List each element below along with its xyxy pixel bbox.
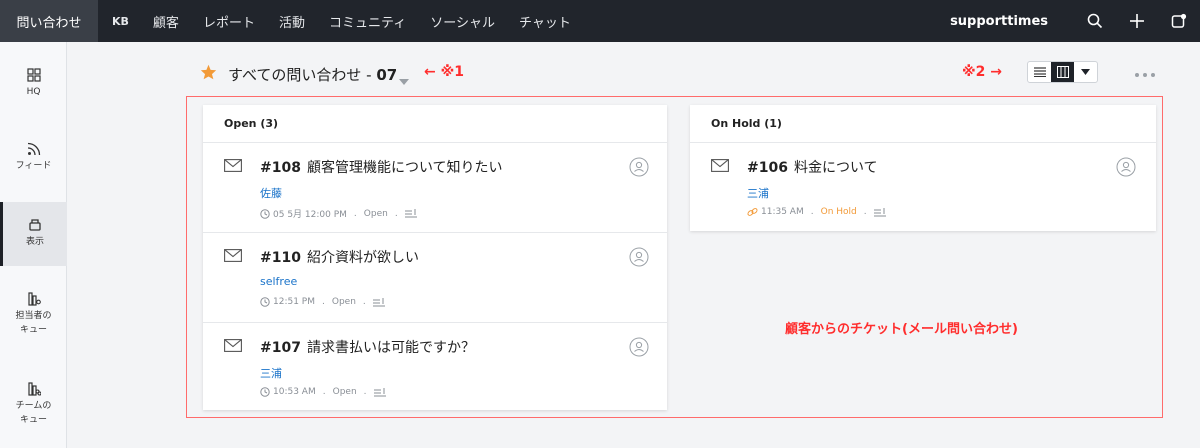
top-navigation-bar: 問い合わせ KB 顧客 レポート 活動 コミュニティ ソーシャル チャット su… — [0, 0, 1200, 42]
ticket-contact[interactable]: 三浦 — [747, 185, 769, 201]
tab-activities[interactable]: 活動 — [267, 0, 317, 42]
clock-icon — [260, 297, 270, 307]
ticket-number: #108 — [260, 160, 301, 176]
ticket-card[interactable]: #107 請求書払いは可能ですか？ 三浦 10:53 AM . Open . — [203, 323, 667, 413]
ticket-status[interactable]: Open — [333, 387, 357, 397]
ticket-title[interactable]: #108 顧客管理機能について知りたい — [260, 157, 503, 177]
ticket-contact[interactable]: 佐藤 — [260, 185, 282, 201]
view-icon — [29, 219, 41, 231]
clock-icon — [260, 208, 270, 219]
assign-agent-icon[interactable] — [629, 157, 649, 177]
ticket-subject: 請求書払いは可能ですか？ — [306, 340, 475, 356]
tab-kb[interactable]: KB — [98, 0, 141, 42]
ticket-status[interactable]: Open — [364, 209, 388, 219]
ticket-time: 10:53 AM — [273, 387, 316, 397]
ticket-title[interactable]: #106 料金について — [747, 157, 878, 177]
ticket-subject: 料金について — [793, 160, 878, 176]
priority-icon — [873, 207, 886, 216]
view-toggle[interactable] — [1027, 61, 1098, 83]
mail-icon — [224, 249, 242, 262]
ticket-subject: 紹介資料が欲しい — [306, 250, 419, 266]
assign-agent-icon[interactable] — [629, 337, 649, 357]
sidebar-item-label: HQ — [26, 87, 41, 97]
column-on-hold: On Hold (1) #106 料金について 三浦 11:35 AM . On … — [690, 105, 1156, 231]
sidebar-item-agent-queue[interactable]: 担当者の キュー — [0, 292, 67, 337]
ticket-status[interactable]: Open — [332, 297, 356, 307]
assign-agent-icon[interactable] — [1116, 157, 1136, 177]
ticket-title[interactable]: #107 請求書払いは可能ですか？ — [260, 337, 475, 357]
view-title[interactable]: すべての問い合わせ - 07 — [228, 64, 397, 85]
notification-icon[interactable] — [1158, 0, 1200, 42]
priority-icon — [373, 387, 386, 396]
grid-icon — [26, 68, 41, 82]
ticket-card[interactable]: #110 紹介資料が欲しい selfree 12:51 PM . Open . — [203, 233, 667, 323]
ticket-number: #106 — [747, 160, 788, 176]
more-options-icon[interactable] — [1134, 64, 1156, 83]
agent-queue-icon — [27, 292, 41, 306]
priority-icon — [372, 297, 385, 306]
ticket-status[interactable]: On Hold — [821, 207, 857, 217]
ticket-meta: 12:51 PM . Open . — [260, 297, 385, 307]
ticket-time: 05 5月 12:00 PM — [273, 210, 347, 220]
priority-icon — [404, 209, 417, 218]
column-open: Open (3) #108 顧客管理機能について知りたい 佐藤 05 5月 12:… — [203, 105, 667, 410]
ticket-meta: 05 5月 12:00 PM . Open . — [260, 207, 417, 220]
sidebar-item-team-queue[interactable]: チームの キュー — [0, 382, 67, 427]
feed-icon — [27, 142, 40, 156]
mail-icon — [224, 159, 242, 172]
view-name: すべての問い合わせ - — [228, 66, 377, 84]
view-suffix: 07 — [376, 66, 398, 84]
tab-tickets[interactable]: 問い合わせ — [0, 0, 98, 42]
annotation-1: ← ※1 — [424, 64, 464, 80]
sidebar-item-label: フィード — [15, 161, 52, 171]
ticket-contact[interactable]: selfree — [260, 275, 297, 288]
ticket-number: #110 — [260, 250, 301, 266]
sidebar-item-label: 表示 — [25, 237, 44, 247]
mail-icon — [711, 159, 729, 172]
team-queue-icon — [27, 382, 41, 396]
portal-name[interactable]: supporttimes — [950, 14, 1048, 29]
mail-icon — [224, 339, 242, 352]
tab-customers[interactable]: 顧客 — [141, 0, 191, 42]
ticket-meta: 11:35 AM . On Hold . — [747, 207, 886, 217]
sidebar-item-hq[interactable]: HQ — [0, 68, 67, 99]
tab-social[interactable]: ソーシャル — [418, 0, 507, 42]
ticket-contact[interactable]: 三浦 — [260, 365, 282, 381]
ticket-number: #107 — [260, 340, 301, 356]
ticket-time: 11:35 AM — [761, 207, 804, 217]
chevron-down-icon[interactable] — [399, 70, 409, 89]
tab-chat[interactable]: チャット — [507, 0, 583, 42]
list-view-icon[interactable] — [1028, 62, 1051, 82]
ticket-title[interactable]: #110 紹介資料が欲しい — [260, 247, 419, 267]
ticket-time: 12:51 PM — [273, 297, 315, 307]
star-icon[interactable] — [200, 64, 217, 84]
ticket-subject: 顧客管理機能について知りたい — [306, 160, 503, 176]
clock-icon — [260, 387, 270, 397]
chevron-down-icon[interactable] — [1074, 62, 1097, 82]
plus-icon[interactable] — [1116, 0, 1158, 42]
sidebar-item-label: チームの キュー — [15, 401, 52, 425]
ticket-meta: 10:53 AM . Open . — [260, 387, 386, 397]
ticket-card[interactable]: #108 顧客管理機能について知りたい 佐藤 05 5月 12:00 PM . O… — [203, 143, 667, 233]
column-title: Open (3) — [203, 105, 667, 143]
ticket-card[interactable]: #106 料金について 三浦 11:35 AM . On Hold . — [690, 143, 1156, 229]
column-title: On Hold (1) — [690, 105, 1156, 143]
assign-agent-icon[interactable] — [629, 247, 649, 267]
kanban-view-icon[interactable] — [1051, 62, 1074, 82]
link-icon — [747, 208, 758, 216]
search-icon[interactable] — [1074, 0, 1116, 42]
sidebar-item-feed[interactable]: フィード — [0, 142, 67, 173]
tab-reports[interactable]: レポート — [191, 0, 267, 42]
annotation-note: 顧客からのチケット(メール問い合わせ) — [785, 322, 1018, 337]
left-sidebar: HQ フィード 表示 担当者の キュー チームの キュー — [0, 42, 67, 448]
sidebar-item-label: 担当者の キュー — [15, 311, 52, 335]
tab-community[interactable]: コミュニティ — [317, 0, 418, 42]
sidebar-item-view[interactable]: 表示 — [0, 202, 67, 266]
annotation-2: ※2 → — [962, 64, 1002, 80]
